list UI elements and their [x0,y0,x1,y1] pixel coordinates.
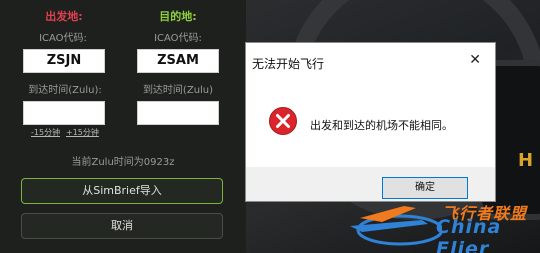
departure-arrival-time-input[interactable] [23,101,105,125]
current-zulu-time: 当前Zulu时间为0923z [71,157,175,168]
flight-setup-panel: 出发地: 目的地: ICAO代码: ICAO代码: ZSJN ZSAM 到达时间… [0,0,246,253]
destination-heading: 目的地: [159,10,197,23]
destination-icao-label: ICAO代码: [154,33,202,44]
departure-arrival-time-label: 到达时间(Zulu): [28,85,102,96]
close-icon[interactable]: ✕ [469,52,481,68]
destination-arrival-time-label: 到达时间(Zulu) [142,85,214,96]
watermark: 飞行者联盟 China Flier [342,196,540,253]
import-simbrief-button[interactable]: 从SimBrief导入 [21,178,223,204]
minus-15-minutes-link[interactable]: -15分钟 [31,127,60,138]
departure-heading: 出发地: [45,10,83,23]
plane-logo-icon [350,206,444,246]
watermark-text-en: China Flier [436,216,502,253]
destination-arrival-time-input[interactable] [137,101,219,125]
dialog-title: 无法开始飞行 [252,57,325,71]
departure-icao-label: ICAO代码: [39,33,87,44]
departure-icao-input[interactable]: ZSJN [23,49,105,73]
error-x-icon [268,106,298,140]
destination-icao-input[interactable]: ZSAM [137,49,219,73]
dialog-message: 出发和到达的机场不能相同。 [310,119,453,132]
plus-15-minutes-link[interactable]: +15分钟 [66,127,99,138]
cancel-button[interactable]: 取消 [21,213,223,239]
error-dialog: 无法开始飞行 ✕ 出发和到达的机场不能相同。 确定 [245,42,496,202]
cockpit-indicator: H [518,150,534,171]
